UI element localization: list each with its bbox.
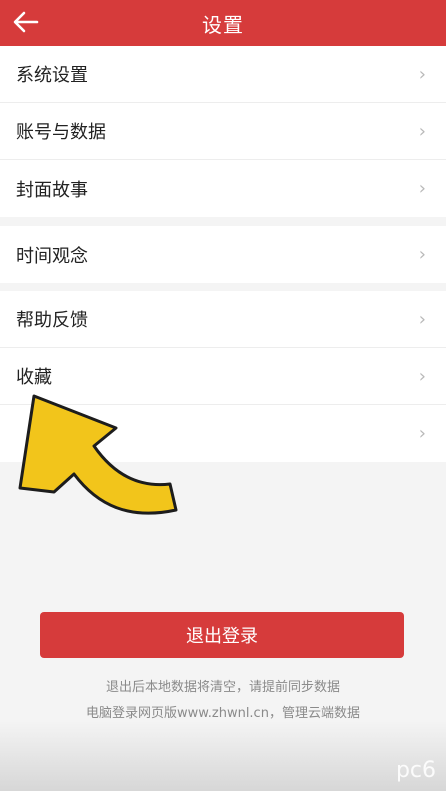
settings-item-time-concept[interactable]: 时间观念 › [0, 226, 446, 283]
chevron-right-icon: › [418, 365, 426, 387]
app-header: 设置 [0, 0, 446, 46]
curved-arrow-icon [18, 394, 178, 515]
page-title: 设置 [202, 12, 244, 37]
watermark: pc6 [395, 758, 436, 783]
settings-item-help-feedback[interactable]: 帮助反馈 › [0, 291, 446, 348]
settings-group-1: 系统设置 › 账号与数据 › 封面故事 › [0, 46, 446, 217]
settings-item-label: 系统设置 [16, 65, 88, 86]
back-button[interactable] [10, 6, 42, 38]
chevron-right-icon: › [418, 178, 426, 199]
settings-item-cover-story[interactable]: 封面故事 › [0, 160, 446, 217]
settings-item-label: 账号与数据 [16, 122, 106, 143]
chevron-right-icon: › [418, 423, 426, 444]
settings-item-label: 收藏 [16, 367, 52, 388]
chevron-right-icon: › [418, 63, 426, 85]
arrow-left-icon [13, 11, 39, 33]
logout-note: 退出后本地数据将清空，请提前同步数据 [105, 680, 340, 695]
chevron-right-icon: › [418, 244, 426, 265]
settings-group-2: 时间观念 › [0, 226, 446, 283]
chevron-right-icon: › [418, 308, 426, 330]
settings-item-label: 封面故事 [16, 179, 88, 201]
settings-item-system[interactable]: 系统设置 › [0, 46, 446, 103]
settings-item-account-data[interactable]: 账号与数据 › [0, 103, 446, 160]
chevron-right-icon: › [418, 120, 426, 142]
settings-item-label: 帮助反馈 [16, 310, 88, 331]
logout-button[interactable]: 退出登录 [40, 612, 404, 658]
settings-item-label: 时间观念 [16, 245, 88, 267]
web-login-note: 电脑登录网页版www.zhwnl.cn，管理云端数据 [86, 706, 360, 721]
bottom-shade [0, 721, 446, 791]
